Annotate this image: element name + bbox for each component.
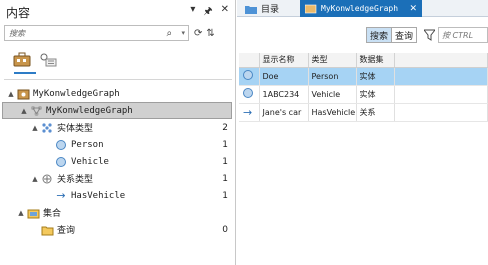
column-header[interactable]: 类型: [308, 53, 357, 68]
collapse-toggle[interactable]: ▲: [30, 124, 40, 132]
search-input[interactable]: 搜索 ⌕ ▾: [4, 25, 189, 41]
tree-item-label: 实体类型: [57, 124, 94, 134]
refresh-icon[interactable]: ⟳: [194, 28, 202, 39]
tab-list-by-graph[interactable]: [38, 50, 58, 68]
filter-icon[interactable]: [423, 28, 435, 42]
folder-icon: [245, 5, 257, 14]
tree-item-graph-root[interactable]: ▲ MyKonwledgeGraph: [0, 85, 236, 102]
document-tabs: 目录 MyKonwledgeGraph ✕: [237, 0, 488, 17]
collapse-toggle[interactable]: ▲: [30, 175, 40, 183]
tab-knowledge-graph[interactable]: MyKonwledgeGraph ✕: [300, 0, 422, 17]
divider: [4, 79, 232, 80]
column-header[interactable]: 数据集: [356, 53, 395, 68]
tab-list-by-type[interactable]: [12, 50, 32, 68]
cell-type[interactable]: Vehicle: [308, 85, 357, 104]
search-mode-button[interactable]: 搜索: [367, 28, 393, 42]
tree-item-queries[interactable]: 查询 0: [0, 221, 236, 238]
cell-name[interactable]: Doe: [259, 67, 309, 86]
cell-name[interactable]: 1ABC234: [259, 85, 309, 104]
arrow-right-icon: →: [56, 189, 66, 202]
close-icon[interactable]: ✕: [221, 4, 229, 21]
options-dropdown-icon[interactable]: ▾: [190, 4, 195, 21]
tree-item-count: 1: [222, 190, 228, 201]
graph-icon: [29, 105, 43, 117]
search-icon[interactable]: ⌕: [166, 28, 178, 39]
view-tabs: [12, 50, 62, 74]
query-folder-icon: [40, 224, 54, 236]
graph-toolbar: 搜索 查询 按 CTRL: [237, 21, 488, 47]
tree-item-relationship-types[interactable]: ▲ 关系类型 1: [0, 170, 236, 187]
tree-item-label: 集合: [43, 209, 62, 219]
pane-controls: ▾ 🖈 ✕: [190, 4, 229, 21]
collapse-toggle[interactable]: ▲: [6, 90, 16, 98]
pane-title: 内容: [6, 6, 31, 20]
table-row[interactable]: → Jane's car HasVehicle 关系: [239, 103, 488, 122]
graph-tab-icon: [305, 4, 317, 13]
column-header[interactable]: [239, 53, 260, 68]
contents-pane: 内容 ▾ 🖈 ✕ 搜索 ⌕ ▾ ⟳ ⇅ ▲ MyKonwledgeGraph ▲…: [0, 0, 236, 265]
column-header[interactable]: 显示名称: [259, 53, 309, 68]
tree-item-person[interactable]: Person 1: [0, 136, 236, 153]
search-placeholder: 搜索: [9, 28, 25, 38]
tree-item-label: HasVehicle: [71, 190, 126, 201]
graph-view-pane: 目录 MyKonwledgeGraph ✕ 搜索 查询 按 CTRL 显示名称 …: [237, 0, 488, 265]
cell-dataset[interactable]: 实体: [356, 85, 395, 104]
tab-label: 目录: [261, 5, 280, 15]
tab-catalog[interactable]: 目录: [239, 1, 285, 16]
tree-item-label: Vehicle: [71, 156, 109, 167]
tree-item-graph[interactable]: ▲ MyKonwledgeGraph: [2, 102, 232, 119]
collapse-toggle[interactable]: ▲: [16, 209, 26, 217]
entity-circle-icon: [239, 85, 260, 104]
search-row: 搜索 ⌕ ▾ ⟳ ⇅: [4, 25, 232, 41]
tree-item-count: 1: [222, 156, 228, 167]
database-icon: [16, 88, 30, 100]
cell-dataset[interactable]: 关系: [356, 103, 395, 122]
query-input[interactable]: 按 CTRL: [438, 27, 488, 43]
tree-item-hasvehicle[interactable]: → HasVehicle 1: [0, 187, 236, 204]
tab-label: MyKonwledgeGraph: [321, 4, 399, 13]
tree-item-count: 2: [222, 122, 228, 133]
arrow-right-icon: →: [239, 103, 260, 122]
tree-item-label: 关系类型: [57, 175, 94, 185]
tree-item-collections[interactable]: ▲ 集合: [0, 204, 236, 221]
results-table: 显示名称 类型 数据集 Doe Person 实体 1ABC234 Vehicl…: [239, 53, 488, 122]
tree-item-label: MyKonwledgeGraph: [33, 88, 120, 99]
cell-dataset[interactable]: 实体: [356, 67, 395, 86]
cell-name[interactable]: Jane's car: [259, 103, 309, 122]
table-row[interactable]: Doe Person 实体: [239, 67, 488, 86]
tree-item-label: 查询: [57, 226, 76, 236]
query-placeholder: 按 CTRL: [442, 30, 474, 40]
active-tab-indicator: [14, 72, 36, 74]
collection-icon: [26, 207, 40, 219]
tree-item-count: 0: [222, 224, 228, 235]
contents-tree: ▲ MyKonwledgeGraph ▲ MyKonwledgeGraph ▲ …: [0, 85, 236, 238]
table-row[interactable]: 1ABC234 Vehicle 实体: [239, 85, 488, 104]
cell-type[interactable]: Person: [308, 67, 357, 86]
collapse-toggle[interactable]: ▲: [19, 107, 29, 115]
relationship-types-icon: [40, 173, 54, 185]
tree-item-vehicle[interactable]: Vehicle 1: [0, 153, 236, 170]
tree-item-entity-types[interactable]: ▲ 实体类型 2: [0, 119, 236, 136]
table-header-row: 显示名称 类型 数据集: [239, 53, 488, 68]
entity-circle-icon: [239, 67, 260, 86]
entity-types-icon: [40, 122, 54, 134]
column-header-filler: [394, 53, 488, 68]
close-tab-icon[interactable]: ✕: [409, 4, 417, 14]
sort-icon[interactable]: ⇅: [206, 28, 214, 39]
tree-item-label: MyKonwledgeGraph: [46, 105, 133, 116]
tree-item-label: Person: [71, 139, 104, 150]
search-dropdown-icon[interactable]: ▾: [181, 29, 185, 37]
cell-type[interactable]: HasVehicle: [308, 103, 357, 122]
tree-item-count: 1: [222, 173, 228, 184]
search-query-toggle: 搜索 查询: [366, 27, 418, 43]
pin-icon[interactable]: 🖈: [203, 4, 212, 21]
entity-circle-icon: [54, 139, 68, 151]
briefcase-icon: [13, 52, 31, 67]
tree-item-count: 1: [222, 139, 228, 150]
entity-circle-icon: [54, 156, 68, 168]
query-mode-button[interactable]: 查询: [392, 28, 416, 42]
graph-settings-icon: [40, 53, 57, 67]
